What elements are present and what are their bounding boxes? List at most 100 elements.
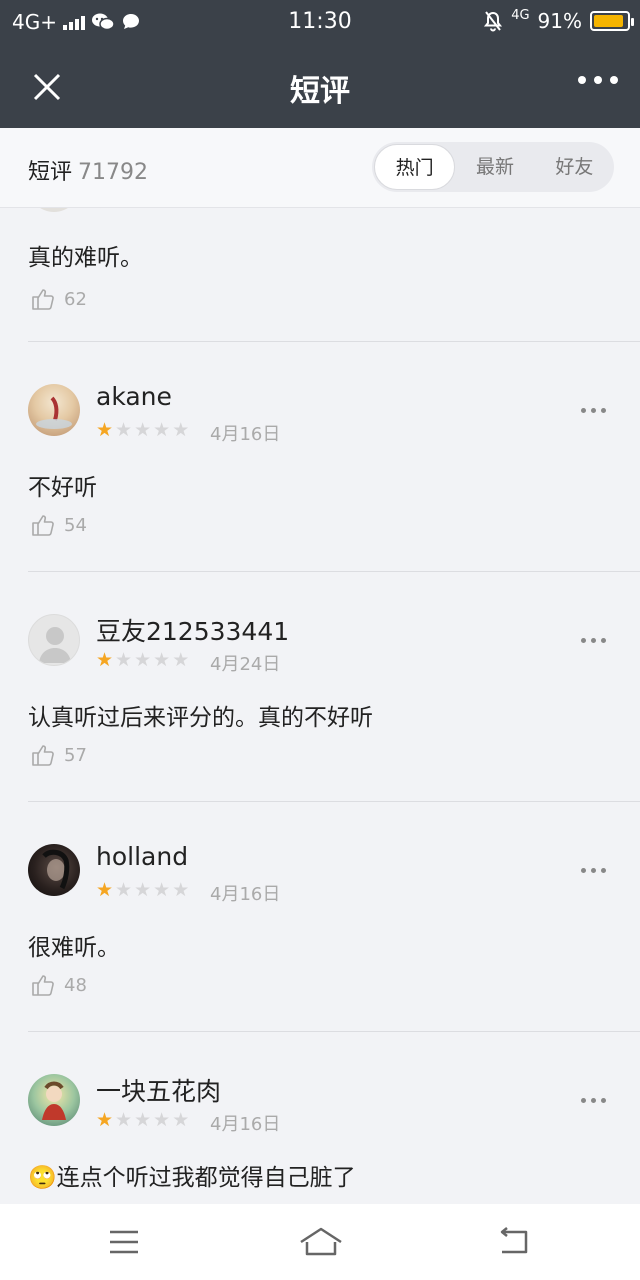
like-button[interactable]: 62 [30,286,87,312]
menu-icon [110,1230,138,1254]
star-icon: ★ [134,419,152,441]
star-icon: ★ [96,208,113,212]
avatar [28,1074,80,1126]
default-avatar-icon [39,627,71,663]
like-count: 62 [64,288,87,310]
close-button[interactable] [24,64,70,110]
more-button[interactable] [578,76,618,84]
star-icon: ★ [153,419,171,441]
star-icon: ★ [115,208,132,212]
home-button[interactable] [298,1224,344,1260]
tab-hot[interactable]: 热门 [374,144,456,190]
thumbs-up-icon [32,975,54,996]
star-icon: ★ [115,419,133,441]
star-icon: ★ [134,1109,152,1131]
username[interactable]: 一块五花肉 [96,1072,221,1108]
review-more-button[interactable] [581,638,606,643]
like-button[interactable]: 54 [30,512,87,538]
close-icon [33,73,61,101]
more-icon-dot [578,76,586,84]
status-bar: 4G+ 11:30 4G 91% [0,0,640,44]
review-date: 4月16日 [210,884,281,905]
review-item: akane ★ ★ ★ ★ ★ 4月16日 不好听 54 [0,342,640,572]
star-icon: ★ [153,879,171,901]
star-rating: ★ ★ ★ ★ ★ [96,880,189,900]
star-icon: ★ [153,1109,171,1131]
username[interactable]: 豆友212533441 [96,612,289,648]
review-count: 短评 71792 [28,154,148,186]
thumbs-up-icon [32,745,54,766]
star-icon: ★ [134,649,152,671]
like-count: 57 [64,744,87,766]
star-icon: ★ [172,419,190,441]
star-icon: ★ [153,208,170,212]
username[interactable]: akane [96,382,172,411]
more-icon-dot [591,1098,596,1103]
tab-latest[interactable]: 最新 [455,144,534,190]
star-icon: ★ [172,649,190,671]
avatar-art [42,849,70,890]
thumbs-up-icon [32,515,54,536]
review-subheader: 短评 71792 热门 最新 好友 [0,128,640,208]
like-button[interactable]: 48 [30,972,87,998]
battery-percent: 91% [537,9,582,33]
review-count-value: 71792 [78,160,149,185]
like-button[interactable]: 57 [30,742,87,768]
review-item: 一块五花肉 ★ ★ ★ ★ ★ 4月16日 🙄连点个听过我都觉得自己脏了 [0,1032,640,1204]
review-more-button[interactable] [581,408,606,413]
battery-fill [594,15,624,27]
star-icon: ★ [115,879,133,901]
back-button[interactable] [494,1224,534,1260]
review-text: 真的难听。 [28,245,143,271]
star-icon: ★ [96,879,114,901]
review-text: 很难听。 [28,935,120,961]
thumbs-up-icon [32,289,54,310]
review-date: 4月16日 [210,424,281,445]
review-date: 4月16日 [210,1114,281,1135]
more-icon-dot [591,408,596,413]
battery-icon [590,11,634,31]
star-icon: ★ [172,1109,190,1131]
star-icon: ★ [115,649,133,671]
avatar [28,384,80,436]
review-more-button[interactable] [581,868,606,873]
star-rating: ★ ★ ★ ★ ★ [96,208,189,212]
star-icon: ★ [96,649,114,671]
home-icon [300,1227,342,1256]
star-icon: ★ [134,879,152,901]
username[interactable]: holland [96,842,188,871]
more-icon-dot [581,868,586,873]
review-more-button[interactable] [581,1098,606,1103]
review-text: 认真听过后来评分的。真的不好听 [28,705,373,731]
more-icon-dot [591,638,596,643]
avatar-art [36,396,72,429]
review-item: holland ★ ★ ★ ★ ★ 4月16日 很难听。 48 [0,802,640,1032]
star-icon: ★ [96,419,114,441]
review-date: 4月24日 [210,654,281,675]
mute-bell-icon [484,11,503,32]
more-icon-dot [581,638,586,643]
more-icon-dot [601,1098,606,1103]
avatar [28,208,80,212]
avatar-art [42,1081,66,1120]
avatar [28,614,80,666]
more-icon-dot [581,408,586,413]
star-rating: ★ ★ ★ ★ ★ [96,650,189,670]
review-text: 不好听 [28,475,97,501]
status-right: 4G 91% [483,8,634,33]
review-list: ★ ★ ★ ★ ★ 真的难听。 62 akane ★ ★ ★ ★ ★ 4月16 [0,208,640,1204]
star-icon: ★ [115,1109,133,1131]
more-icon-dot [601,408,606,413]
tab-friends[interactable]: 好友 [535,144,614,190]
more-icon-dot [610,76,618,84]
review-count-label: 短评 [28,160,73,185]
more-icon-dot [581,1098,586,1103]
more-icon-dot [601,638,606,643]
review-text: 🙄连点个听过我都觉得自己脏了 [28,1165,356,1191]
avatar [28,844,80,896]
menu-button[interactable] [104,1224,144,1260]
star-rating: ★ ★ ★ ★ ★ [96,1110,189,1130]
review-item: 豆友212533441 ★ ★ ★ ★ ★ 4月24日 认真听过后来评分的。真的… [0,572,640,802]
star-icon: ★ [172,208,189,212]
star-icon: ★ [153,649,171,671]
